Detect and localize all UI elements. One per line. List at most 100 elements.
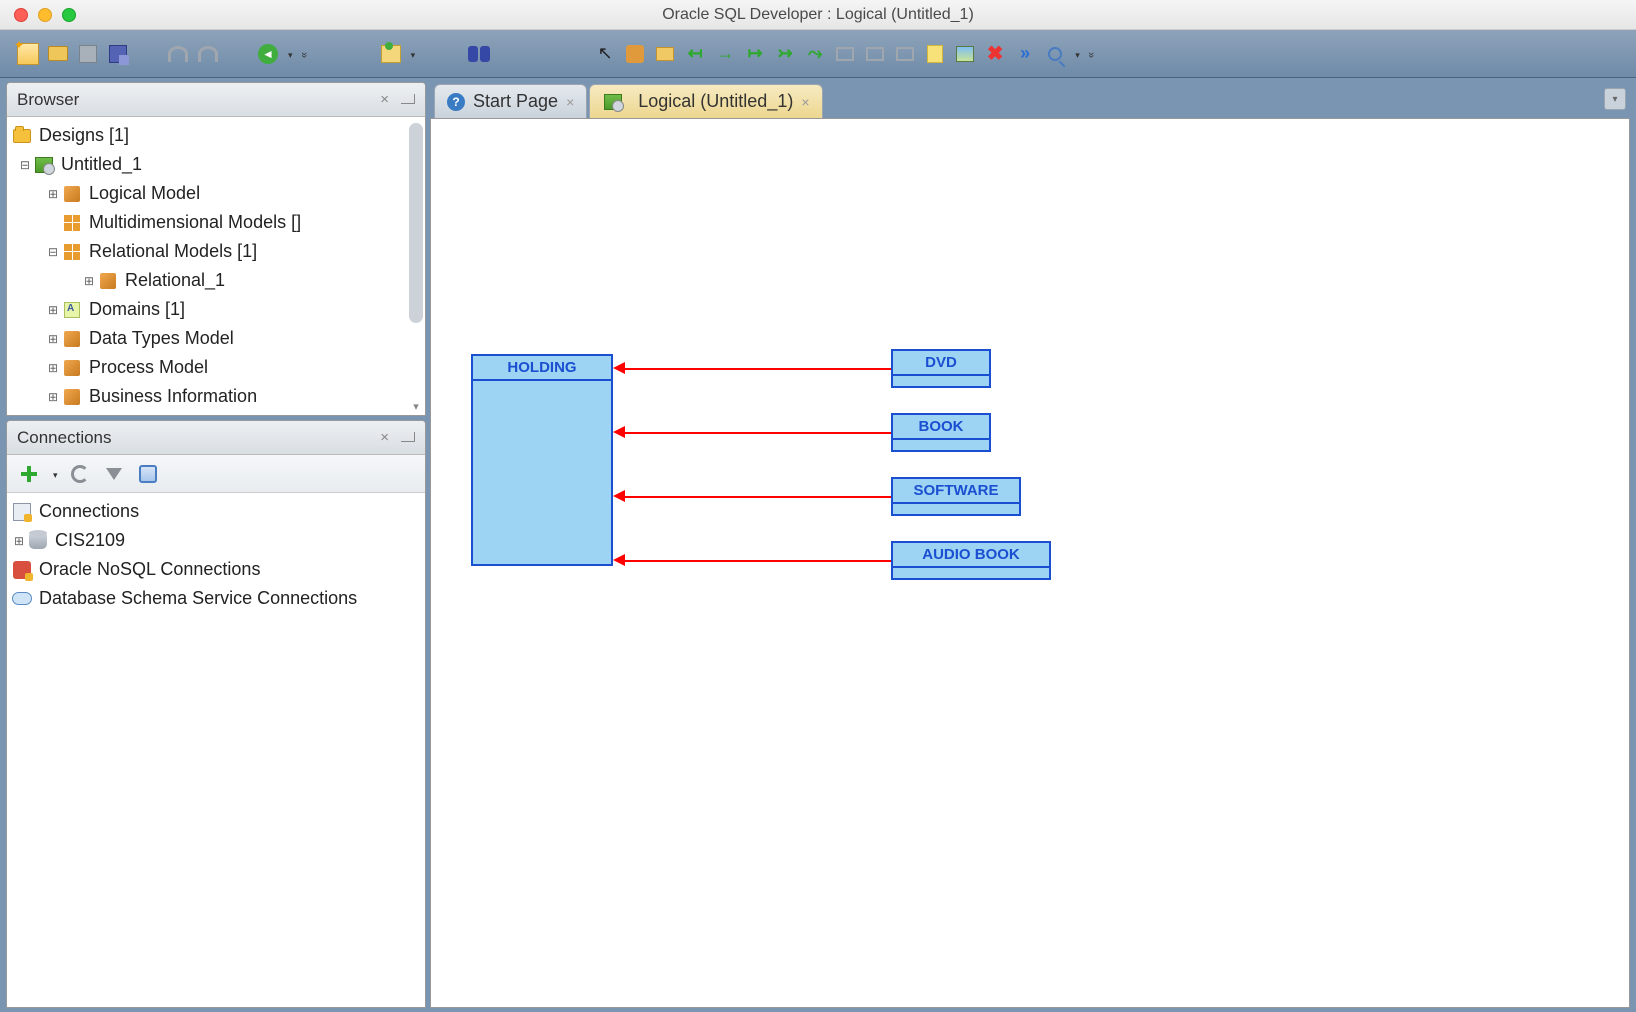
diagram-canvas[interactable]: HOLDING DVD BOOK SOFTWARE AUDIO BOOK <box>430 118 1630 1008</box>
connections-node[interactable]: Connections <box>11 497 425 526</box>
refresh-button[interactable] <box>68 462 92 486</box>
tree-item[interactable]: Multidimensional Models [] <box>11 208 425 237</box>
color-button[interactable] <box>136 462 160 486</box>
tab-list-dropdown[interactable]: ▾ <box>1604 88 1626 110</box>
new-connection-button[interactable] <box>17 462 41 486</box>
schema-service-node[interactable]: Database Schema Service Connections <box>11 584 425 613</box>
diagram-icon <box>602 92 624 112</box>
relation-line <box>625 368 891 370</box>
tree-label: Domains [1] <box>89 299 185 320</box>
tree-design-node[interactable]: ⊟ Untitled_1 <box>11 150 425 179</box>
filter-button[interactable] <box>102 462 126 486</box>
select-tool[interactable]: ↖ <box>593 42 617 66</box>
scroll-down-icon[interactable]: ▾ <box>409 399 423 413</box>
entity-book[interactable]: BOOK <box>891 413 991 452</box>
note-tool[interactable] <box>923 42 947 66</box>
inheritance-tool[interactable]: ⤳ <box>803 42 827 66</box>
connections-toolbar <box>7 455 425 493</box>
subview-tool-1[interactable] <box>833 42 857 66</box>
panel-minimize-icon[interactable] <box>401 429 415 446</box>
tree-label: Relational Models [1] <box>89 241 257 262</box>
entity-audio-book[interactable]: AUDIO BOOK <box>891 541 1051 580</box>
open-button[interactable] <box>46 42 70 66</box>
new-connection-dropdown[interactable] <box>51 465 58 483</box>
tab-close-icon[interactable]: × <box>566 94 574 110</box>
tree-item-child[interactable]: ⊞ Relational_1 <box>11 266 425 295</box>
tree-label: Untitled_1 <box>61 154 142 175</box>
new-button[interactable] <box>16 42 40 66</box>
relation-11-tool[interactable]: → <box>713 42 737 66</box>
help-icon: ? <box>447 93 465 111</box>
toolbar-overflow-1[interactable] <box>299 45 307 63</box>
tab-logical[interactable]: Logical (Untitled_1) × <box>589 84 822 118</box>
arrow-icon <box>613 554 625 566</box>
titlebar: Oracle SQL Developer : Logical (Untitled… <box>0 0 1636 30</box>
entity-title: DVD <box>893 351 989 376</box>
delete-button[interactable]: ✖ <box>983 42 1007 66</box>
tab-label: Start Page <box>473 91 558 112</box>
arrow-icon <box>613 362 625 374</box>
undo-button[interactable] <box>166 42 190 66</box>
tree-item[interactable]: ⊞ Domains [1] <box>11 295 425 324</box>
new-view-tool[interactable] <box>653 42 677 66</box>
tab-close-icon[interactable]: × <box>801 94 809 110</box>
arc-tool[interactable]: ↣ <box>773 42 797 66</box>
redo-button[interactable] <box>196 42 220 66</box>
entity-software[interactable]: SOFTWARE <box>891 477 1021 516</box>
new-entity-tool[interactable] <box>623 42 647 66</box>
tree-label: Process Model <box>89 357 208 378</box>
tree-item[interactable]: ⊞ Process Model <box>11 353 425 382</box>
tree-label: Business Information <box>89 386 257 407</box>
zoom-dropdown[interactable] <box>1073 45 1080 63</box>
panel-minimize-icon[interactable] <box>401 91 415 108</box>
tree-label: Data Types Model <box>89 328 234 349</box>
relation-line <box>625 560 891 562</box>
panel-close-icon[interactable]: × <box>380 429 389 446</box>
connection-item[interactable]: ⊞ CIS2109 <box>11 526 425 555</box>
tree-label: CIS2109 <box>55 530 125 551</box>
tree-item[interactable]: Change Requests [] <box>11 411 425 415</box>
tree-label: Relational_1 <box>125 270 225 291</box>
tree-designs-root[interactable]: Designs [1] <box>11 121 425 150</box>
entity-title: HOLDING <box>473 356 611 381</box>
find-button[interactable] <box>467 42 491 66</box>
tree-label: Oracle NoSQL Connections <box>39 559 260 580</box>
toolbar-overflow-2[interactable] <box>1086 45 1094 63</box>
entity-dvd[interactable]: DVD <box>891 349 991 388</box>
back-dropdown[interactable] <box>286 45 293 63</box>
relation-line <box>625 496 891 498</box>
zoom-button[interactable] <box>1043 42 1067 66</box>
editor-tabbar: ? Start Page × Logical (Untitled_1) × ▾ <box>430 82 1630 118</box>
tree-label: Connections <box>39 501 139 522</box>
relation-mn-tool[interactable]: ↦ <box>743 42 767 66</box>
image-tool[interactable] <box>953 42 977 66</box>
panel-close-icon[interactable]: × <box>380 91 389 108</box>
connections-panel-title: Connections <box>17 428 112 448</box>
arrow-icon <box>613 426 625 438</box>
save-button[interactable] <box>76 42 100 66</box>
entity-title: SOFTWARE <box>893 479 1019 504</box>
entity-holding[interactable]: HOLDING <box>471 354 613 566</box>
tab-label: Logical (Untitled_1) <box>638 91 793 112</box>
tree-label: Database Schema Service Connections <box>39 588 357 609</box>
subview-tool-2[interactable] <box>863 42 887 66</box>
tree-item[interactable]: ⊞ Data Types Model <box>11 324 425 353</box>
sql-dropdown[interactable] <box>409 45 416 63</box>
connections-panel: Connections × Connections <box>6 420 426 1008</box>
tab-start-page[interactable]: ? Start Page × <box>434 84 587 118</box>
entity-title: BOOK <box>893 415 989 440</box>
window-title: Oracle SQL Developer : Logical (Untitled… <box>0 6 1636 24</box>
engineer-button[interactable]: » <box>1013 42 1037 66</box>
tree-label: Logical Model <box>89 183 200 204</box>
relation-line <box>625 432 891 434</box>
back-button[interactable]: ◄ <box>256 42 280 66</box>
tree-item[interactable]: ⊞ Logical Model <box>11 179 425 208</box>
relation-1n-tool[interactable]: ↤ <box>683 42 707 66</box>
scrollbar-thumb[interactable] <box>409 123 423 323</box>
tree-item[interactable]: ⊟ Relational Models [1] <box>11 237 425 266</box>
nosql-connections-node[interactable]: Oracle NoSQL Connections <box>11 555 425 584</box>
sql-worksheet-button[interactable] <box>379 42 403 66</box>
save-all-button[interactable] <box>106 42 130 66</box>
subview-tool-3[interactable] <box>893 42 917 66</box>
tree-item[interactable]: ⊞ Business Information <box>11 382 425 411</box>
